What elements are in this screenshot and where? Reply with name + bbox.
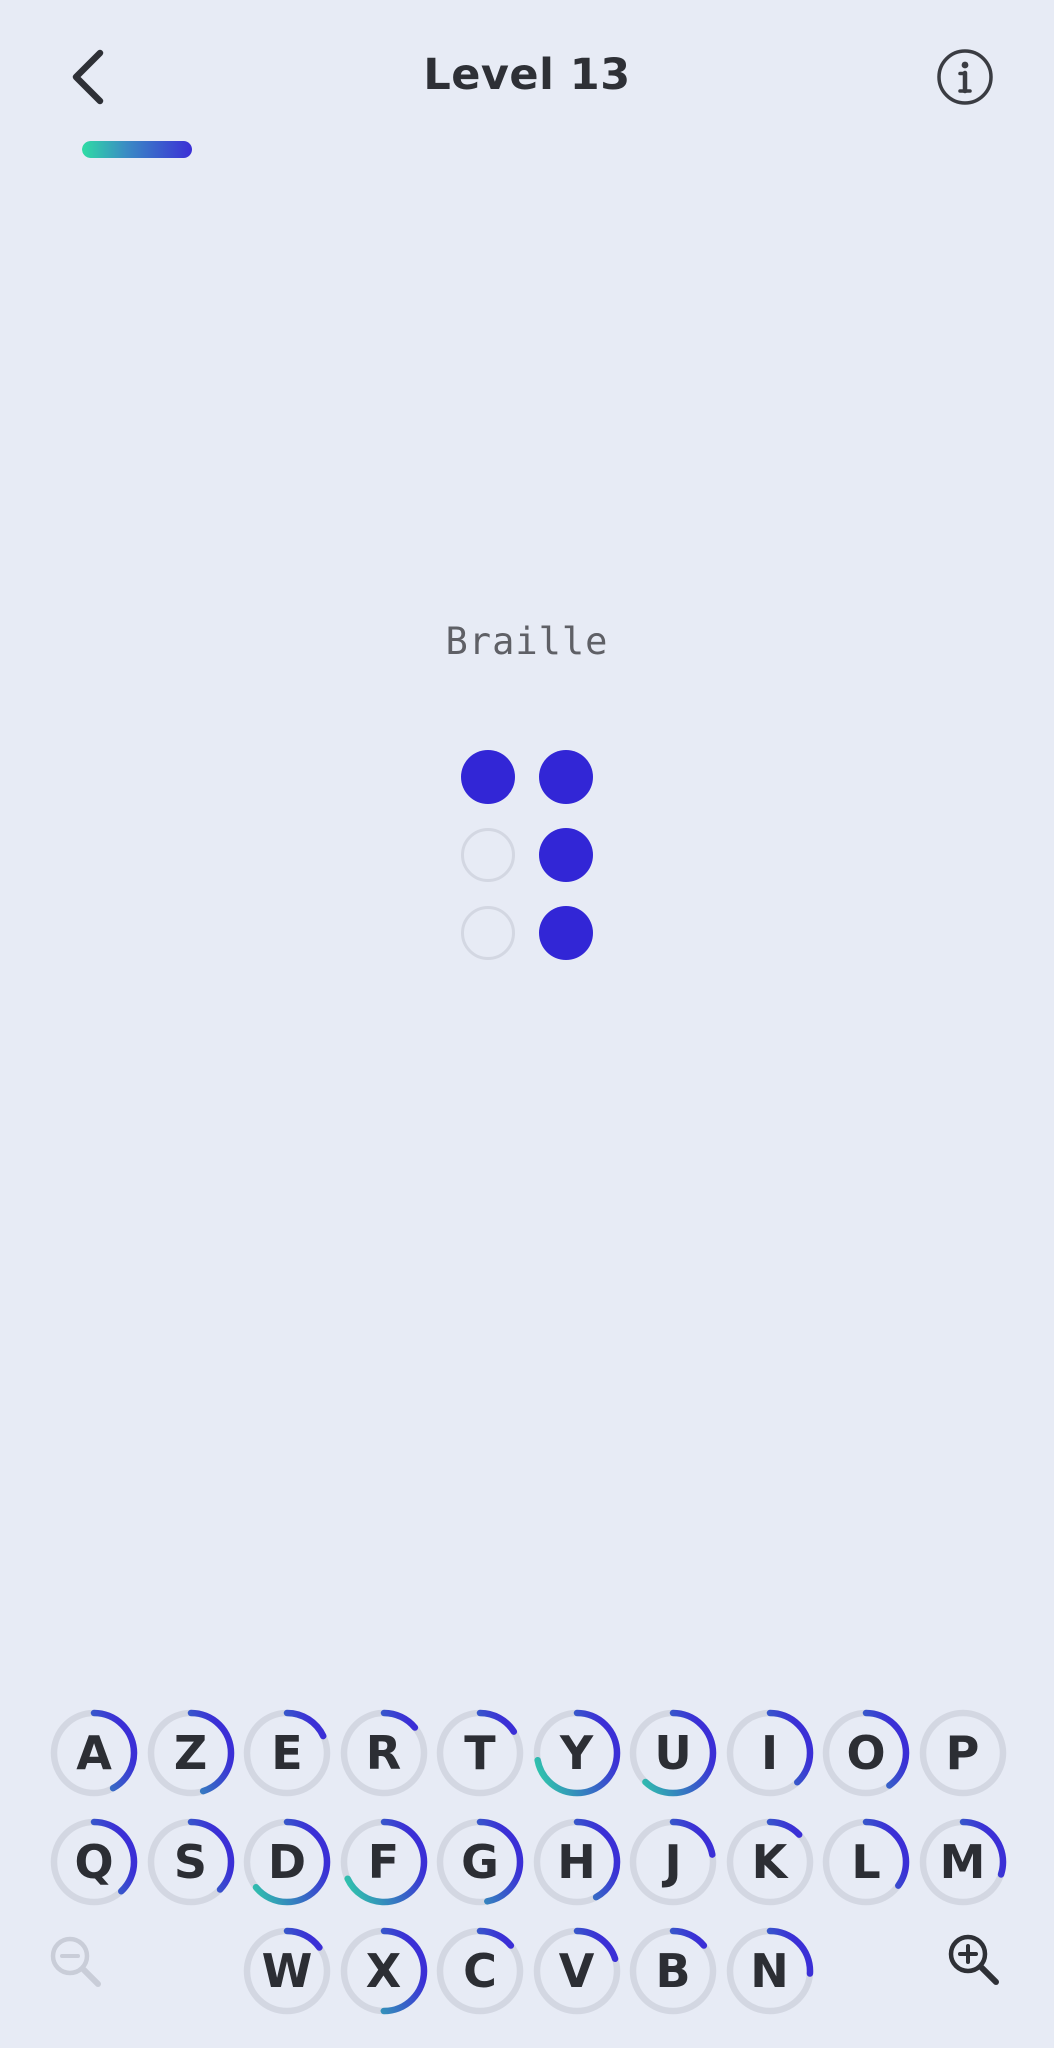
key-d[interactable]: D — [241, 1816, 333, 1908]
key-label: N — [750, 1944, 789, 1998]
key-r[interactable]: R — [338, 1707, 430, 1799]
key-label: C — [463, 1944, 497, 1998]
level-progress-fill — [82, 141, 193, 158]
key-w[interactable]: W — [241, 1925, 333, 2017]
key-label: P — [945, 1726, 980, 1780]
key-label: Y — [559, 1726, 594, 1780]
key-label: F — [367, 1835, 400, 1889]
key-y[interactable]: Y — [531, 1707, 623, 1799]
key-b[interactable]: B — [627, 1925, 719, 2017]
key-label: D — [267, 1835, 307, 1889]
key-label: U — [654, 1726, 692, 1780]
key-g[interactable]: G — [434, 1816, 526, 1908]
info-button[interactable] — [934, 46, 996, 108]
key-k[interactable]: K — [724, 1816, 816, 1908]
key-q[interactable]: Q — [48, 1816, 140, 1908]
key-label: O — [846, 1726, 886, 1780]
key-label: B — [655, 1944, 691, 1998]
key-label: K — [751, 1835, 788, 1889]
game-screen: Level 13 Braille A Z E R T Y U I O P Q S… — [0, 0, 1054, 2048]
key-u[interactable]: U — [627, 1707, 719, 1799]
key-label: I — [760, 1726, 779, 1780]
key-n[interactable]: N — [724, 1925, 816, 2017]
key-label: W — [261, 1944, 313, 1998]
key-p[interactable]: P — [917, 1707, 1009, 1799]
key-z[interactable]: Z — [145, 1707, 237, 1799]
zoom-out-button[interactable] — [42, 1928, 112, 1998]
key-e[interactable]: E — [241, 1707, 333, 1799]
braille-dot-2 — [461, 828, 515, 882]
key-label: H — [557, 1835, 596, 1889]
key-label: S — [173, 1835, 208, 1889]
key-label: G — [461, 1835, 499, 1889]
page-title: Level 13 — [423, 50, 631, 100]
key-c[interactable]: C — [434, 1925, 526, 2017]
key-o[interactable]: O — [820, 1707, 912, 1799]
key-label: L — [851, 1835, 881, 1889]
key-x[interactable]: X — [338, 1925, 430, 2017]
braille-dot-1 — [461, 750, 515, 804]
header: Level 13 — [0, 0, 1054, 160]
key-v[interactable]: V — [531, 1925, 623, 2017]
key-m[interactable]: M — [917, 1816, 1009, 1908]
key-label: Q — [74, 1835, 114, 1889]
key-label: V — [558, 1944, 595, 1998]
key-f[interactable]: F — [338, 1816, 430, 1908]
braille-cell — [459, 750, 595, 968]
key-label: A — [76, 1726, 112, 1780]
key-a[interactable]: A — [48, 1707, 140, 1799]
info-icon — [937, 49, 993, 105]
key-label: X — [365, 1944, 402, 1998]
cipher-area: Braille — [0, 620, 1054, 960]
key-label: T — [464, 1726, 496, 1780]
braille-dot-6 — [539, 906, 593, 960]
key-l[interactable]: L — [820, 1816, 912, 1908]
letter-keyboard: A Z E R T Y U I O P Q S D F G H J K L M WX C V B N — [0, 1700, 1054, 2020]
key-s[interactable]: S — [145, 1816, 237, 1908]
braille-dot-3 — [461, 906, 515, 960]
key-j[interactable]: J — [627, 1816, 719, 1908]
zoom-in-icon — [948, 1934, 999, 1985]
level-progress-bar — [82, 141, 416, 158]
braille-dot-5 — [539, 828, 593, 882]
zoom-out-icon — [50, 1936, 101, 1987]
key-label: M — [939, 1835, 986, 1889]
cipher-label: Braille — [445, 620, 609, 663]
braille-dot-4 — [539, 750, 593, 804]
key-label: E — [271, 1726, 303, 1780]
key-label: J — [664, 1835, 682, 1889]
key-i[interactable]: I — [724, 1707, 816, 1799]
key-label: R — [365, 1726, 402, 1780]
zoom-in-button[interactable] — [940, 1926, 1010, 1996]
key-t[interactable]: T — [434, 1707, 526, 1799]
key-label: Z — [173, 1726, 208, 1780]
key-h[interactable]: H — [531, 1816, 623, 1908]
